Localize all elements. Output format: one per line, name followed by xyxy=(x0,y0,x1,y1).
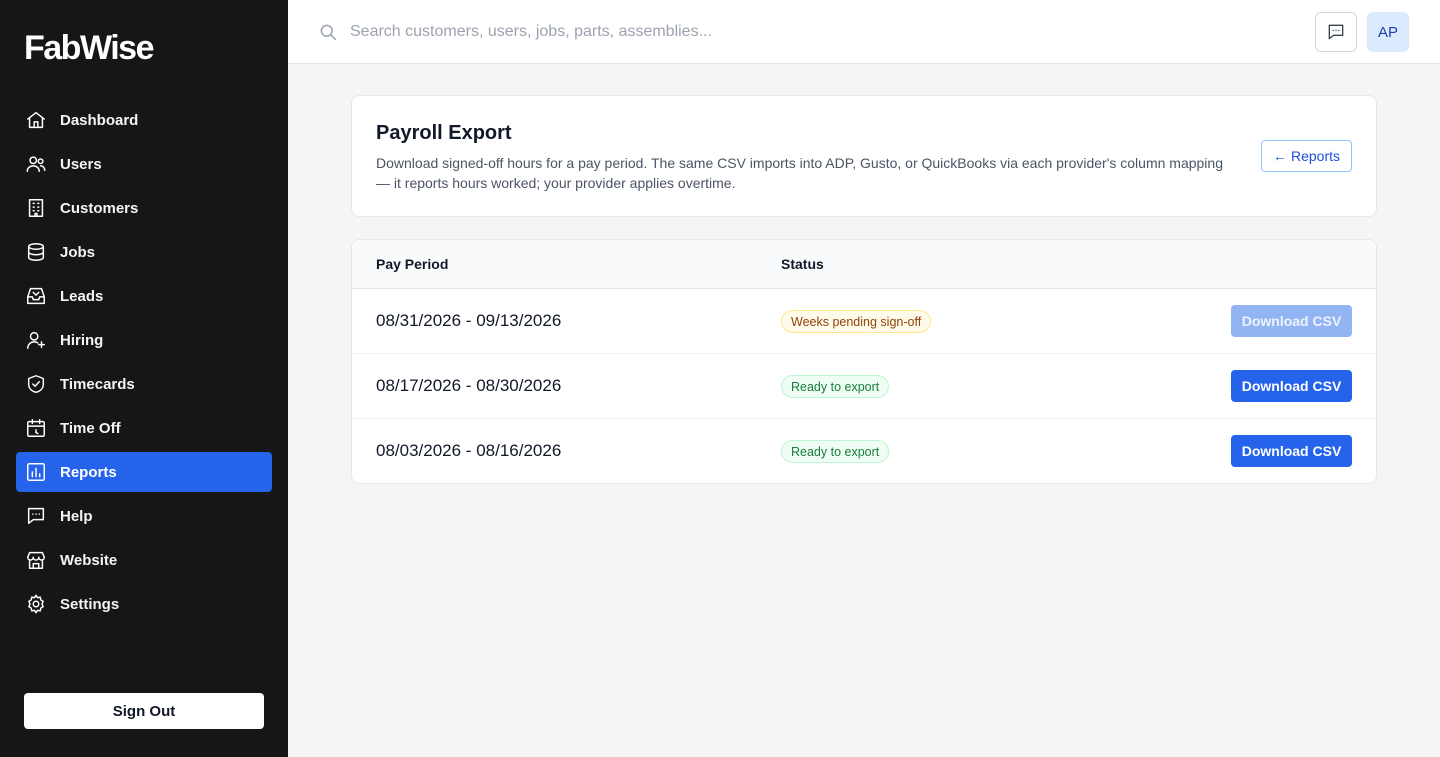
sidebar-item-users[interactable]: Users xyxy=(16,144,272,184)
download-csv-button[interactable]: Download CSV xyxy=(1231,435,1352,467)
gear-icon xyxy=(24,592,48,616)
search-input[interactable] xyxy=(350,16,1230,48)
avatar[interactable]: AP xyxy=(1367,12,1409,52)
sidebar-item-dashboard[interactable]: Dashboard xyxy=(16,100,272,140)
sidebar-item-label: Dashboard xyxy=(60,111,139,129)
sidebar-item-reports[interactable]: Reports xyxy=(16,452,272,492)
app-logo[interactable]: FabWise xyxy=(24,28,155,68)
payroll-export-header: Payroll Export Download signed-off hours… xyxy=(351,95,1377,217)
message-icon xyxy=(24,504,48,528)
sidebar-item-leads[interactable]: Leads xyxy=(16,276,272,316)
sidebar-item-time-off[interactable]: Time Off xyxy=(16,408,272,448)
table-row: 08/17/2026 - 08/30/2026 Ready to export … xyxy=(352,354,1376,419)
sidebar-item-timecards[interactable]: Timecards xyxy=(16,364,272,404)
page-title: Payroll Export xyxy=(376,122,512,144)
sidebar: FabWise Dashboard Users Customers Jobs L… xyxy=(0,0,288,757)
status-badge: Ready to export xyxy=(781,375,890,398)
sidebar-item-label: Leads xyxy=(60,287,104,305)
sidebar-item-hiring[interactable]: Hiring xyxy=(16,320,272,360)
users-icon xyxy=(24,152,48,176)
search-icon xyxy=(318,22,338,42)
pay-period-cell: 08/03/2026 - 08/16/2026 xyxy=(376,441,562,460)
sidebar-item-label: Settings xyxy=(60,595,120,613)
status-badge: Ready to export xyxy=(781,440,890,463)
sidebar-item-help[interactable]: Help xyxy=(16,496,272,536)
home-icon xyxy=(24,108,48,132)
pay-periods-table: Pay Period Status 08/31/2026 - 09/13/202… xyxy=(351,239,1377,484)
sidebar-item-label: Users xyxy=(60,155,102,173)
sign-out-button[interactable]: Sign Out xyxy=(24,693,264,729)
column-header-pay-period: Pay Period xyxy=(376,256,449,272)
inbox-icon xyxy=(24,284,48,308)
sidebar-item-label: Reports xyxy=(60,463,117,481)
column-header-status: Status xyxy=(781,256,824,272)
sidebar-item-label: Customers xyxy=(60,199,139,217)
back-to-reports-button[interactable]: ← Reports xyxy=(1261,140,1352,172)
sidebar-item-customers[interactable]: Customers xyxy=(16,188,272,228)
sidebar-item-label: Timecards xyxy=(60,375,135,393)
user-plus-icon xyxy=(24,328,48,352)
page-description: Download signed-off hours for a pay peri… xyxy=(376,155,1223,191)
table-header: Pay Period Status xyxy=(352,240,1376,289)
back-button-label: Reports xyxy=(1290,148,1341,164)
sidebar-nav: Dashboard Users Customers Jobs Leads Hir… xyxy=(16,100,272,628)
sidebar-item-label: Website xyxy=(60,551,118,569)
pay-period-cell: 08/17/2026 - 08/30/2026 xyxy=(376,376,562,395)
calendar-icon xyxy=(24,416,48,440)
download-csv-button[interactable]: Download CSV xyxy=(1231,305,1352,337)
pay-period-cell: 08/31/2026 - 09/13/2026 xyxy=(376,311,562,330)
topbar: AP xyxy=(288,0,1440,64)
status-badge: Weeks pending sign-off xyxy=(781,310,932,333)
sidebar-item-label: Help xyxy=(60,507,93,525)
chat-icon xyxy=(1326,22,1346,42)
download-csv-button[interactable]: Download CSV xyxy=(1231,370,1352,402)
store-icon xyxy=(24,548,48,572)
sidebar-item-label: Time Off xyxy=(60,419,121,437)
sidebar-item-label: Jobs xyxy=(60,243,96,261)
messages-button[interactable] xyxy=(1315,12,1357,52)
building-icon xyxy=(24,196,48,220)
chart-icon xyxy=(24,460,48,484)
sidebar-item-jobs[interactable]: Jobs xyxy=(16,232,272,272)
sidebar-item-settings[interactable]: Settings xyxy=(16,584,272,624)
table-row: 08/31/2026 - 09/13/2026 Weeks pending si… xyxy=(352,289,1376,354)
table-row: 08/03/2026 - 08/16/2026 Ready to export … xyxy=(352,419,1376,483)
shield-check-icon xyxy=(24,372,48,396)
sidebar-item-website[interactable]: Website xyxy=(16,540,272,580)
arrow-left-icon: ← xyxy=(1272,148,1287,164)
sidebar-item-label: Hiring xyxy=(60,331,104,349)
database-icon xyxy=(24,240,48,264)
